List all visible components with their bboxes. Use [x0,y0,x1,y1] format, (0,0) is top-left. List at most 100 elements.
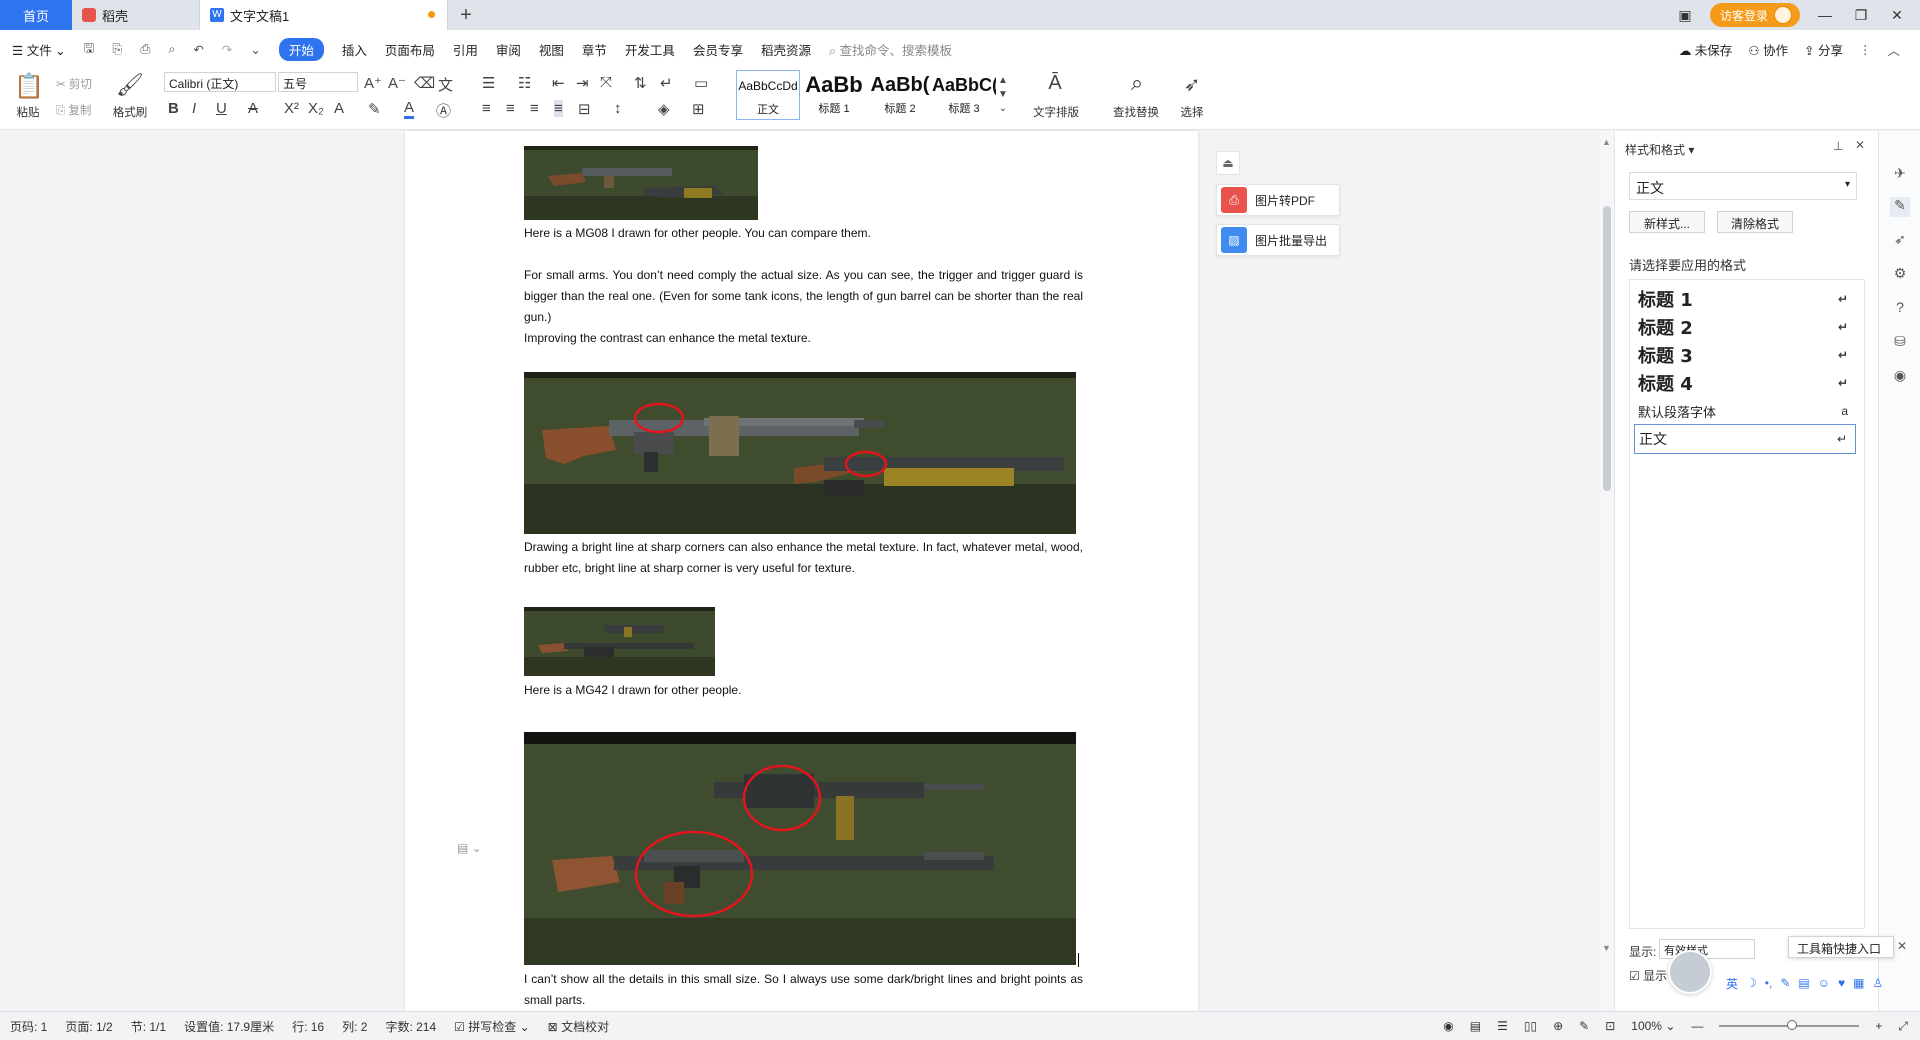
status-section[interactable]: 节: 1/1 [131,1018,166,1035]
clear-format-button[interactable]: 清除格式 [1717,211,1793,233]
paragraph-3[interactable]: Improving the contrast can enhance the m… [524,328,1083,349]
copy-button[interactable]: ⎘ 复制 [56,102,91,118]
outline-view-icon[interactable]: ☰ [1497,1019,1508,1033]
document-page[interactable]: Here is a MG08 I drawn for other people.… [405,131,1198,1011]
ime-lang-toggle[interactable]: 英 [1726,975,1738,992]
align-center-icon[interactable]: ≡ [506,100,515,117]
tab-docer[interactable]: 稻壳 [72,0,200,30]
cut-button[interactable]: ✂ 剪切 [56,76,92,92]
paragraph-5[interactable]: Here is a MG42 I drawn for other people. [524,680,1083,701]
help-icon[interactable]: ? [1890,299,1910,319]
write-mode-icon[interactable]: ✎ [1579,1019,1589,1033]
command-search[interactable]: ⌕ 查找命令、搜索模板 [829,40,952,59]
style-normal[interactable]: AaBbCcDd 正文 [736,70,800,120]
collapse-ribbon-icon[interactable]: ︿ [1887,40,1900,59]
decrease-indent-icon[interactable]: ⇤ [552,74,565,92]
tab-document[interactable]: W 文字文稿1 [200,0,448,30]
new-tab-button[interactable]: + [448,0,484,30]
status-col[interactable]: 列: 2 [342,1018,367,1035]
menu-item-developer[interactable]: 开发工具 [625,40,675,59]
paragraph-1[interactable]: Here is a MG08 I drawn for other people.… [524,223,1083,244]
location-icon[interactable]: ◉ [1890,367,1910,387]
current-style-select[interactable]: 正文 ▾ [1629,172,1857,200]
menu-item-view[interactable]: 视图 [539,40,564,59]
text-effect-icon[interactable]: A [334,100,344,117]
ime-clipboard-icon[interactable]: ▤ [1798,976,1809,990]
styles-panel-title[interactable]: 样式和格式 ▾ [1625,141,1694,158]
phonetic-icon[interactable]: 文 [438,74,453,95]
style-list-item-heading-1[interactable]: 标题 1 ↵ [1634,284,1856,314]
paragraph-2[interactable]: For small arms. You don’t need comply th… [524,265,1083,328]
status-pages[interactable]: 页面: 1/2 [65,1018,112,1035]
align-right-icon[interactable]: ≡ [530,100,539,117]
collab-button[interactable]: ⚇ 协作 [1748,40,1788,59]
format-painter-icon[interactable]: 🖌 [116,72,144,98]
find-replace-icon[interactable]: ⌕ [1122,70,1152,96]
read-view-icon[interactable]: ▯▯ [1524,1019,1537,1033]
login-button[interactable]: 访客登录 [1709,3,1800,27]
quick-pdf-icon[interactable]: ⎘ [112,42,122,57]
eye-protection-icon[interactable]: ◉ [1443,1019,1453,1033]
more-icon[interactable]: ⋮ [1859,42,1872,57]
menu-item-insert[interactable]: 插入 [342,40,367,59]
fullscreen-icon[interactable]: ⤢ [1898,1019,1908,1034]
paste-icon[interactable]: 📋 [14,72,44,101]
font-size-select[interactable]: 五号 [278,72,358,92]
increase-indent-icon[interactable]: ⇥ [576,74,589,92]
style-list-item-heading-4[interactable]: 标题 4 ↵ [1634,368,1856,398]
ime-skin-icon[interactable]: ♥ [1838,976,1845,990]
grow-font-icon[interactable]: A⁺ [364,74,382,92]
collapse-float-icon[interactable]: ⏏ [1216,151,1240,175]
style-pen-icon[interactable]: ✎ [1890,197,1910,217]
paragraph-options-icon[interactable]: ▤ ⌄ [457,841,482,855]
subscript-icon[interactable]: X₂ [308,100,324,117]
text-layout-icon[interactable]: Ā [1040,72,1070,95]
zoom-in-icon[interactable]: + [1875,1019,1882,1033]
status-words[interactable]: 字数: 214 [385,1018,436,1035]
paragraph-6[interactable]: I can’t show all the details in this sma… [524,969,1083,1011]
style-heading-3[interactable]: AaBbC( 标题 3 [932,70,996,120]
ime-tool-icon[interactable]: ✎ [1780,976,1790,990]
ime-user-icon[interactable]: ♙ [1872,976,1883,990]
undo-icon[interactable]: ↶ [193,42,203,57]
close-icon[interactable]: ✕ [1886,7,1908,24]
italic-icon[interactable]: I [192,100,196,117]
style-heading-1[interactable]: AaBb 标题 1 [802,70,866,120]
web-view-icon[interactable]: ⊕ [1553,1019,1563,1033]
pin-icon[interactable]: ⊥ [1833,139,1843,153]
paragraph-4[interactable]: Drawing a bright line at sharp corners c… [524,537,1083,579]
distribute-icon[interactable]: ⊟ [578,100,591,118]
ime-emoji-icon[interactable]: ☺ [1818,976,1830,990]
ime-moon-icon[interactable]: ☽ [1746,976,1757,990]
justify-icon[interactable]: ≡ [554,100,563,117]
status-page-code[interactable]: 页码: 1 [10,1018,47,1035]
bold-icon[interactable]: B [168,100,179,117]
font-color-icon[interactable]: A [404,100,415,119]
bullets-icon[interactable]: ☰ [482,74,495,92]
menu-item-docer-resources[interactable]: 稻壳资源 [761,40,811,59]
style-list-item-normal[interactable]: 正文 ↵ [1634,424,1856,454]
format-painter-button[interactable]: 格式刷 [110,104,150,120]
batch-export-button[interactable]: ▨ 图片批量导出 [1216,224,1340,256]
scroll-thumb[interactable] [1603,206,1611,491]
sort-icon[interactable]: ⇅ [634,74,647,92]
select-pointer-icon[interactable]: ➶ [1890,231,1910,251]
style-list-item-heading-3[interactable]: 标题 3 ↵ [1634,340,1856,370]
font-family-select[interactable]: Calibri (正文) [164,72,276,92]
quick-print-icon[interactable]: ⎙ [140,42,150,57]
text-layout-button[interactable]: 文字排版 [1026,104,1086,120]
strikethrough-icon[interactable]: A [248,100,258,117]
style-gallery-more-icon[interactable]: ▲ ▼ ⌄ [998,74,1008,116]
zoom-out-icon[interactable]: — [1691,1019,1703,1033]
doc-proof-button[interactable]: ⊠ 文档校对 [548,1018,609,1035]
paste-button[interactable]: 粘贴 [10,104,46,120]
toolbox-shortcut-popup[interactable]: 工具箱快捷入口 ✕ [1788,936,1907,958]
show-marks-icon[interactable]: ↵ [660,74,673,92]
chinese-layout-icon[interactable]: ⤧ [600,74,612,91]
file-menu[interactable]: ☰ 文件 ⌄ [12,40,66,59]
rocket-icon[interactable]: ✈ [1890,165,1910,185]
menu-item-start[interactable]: 开始 [278,37,324,61]
char-border-icon[interactable]: Ⓐ [436,100,451,121]
settings-sliders-icon[interactable]: ⚙ [1890,265,1910,285]
redo-icon[interactable]: ↷ [222,42,232,57]
